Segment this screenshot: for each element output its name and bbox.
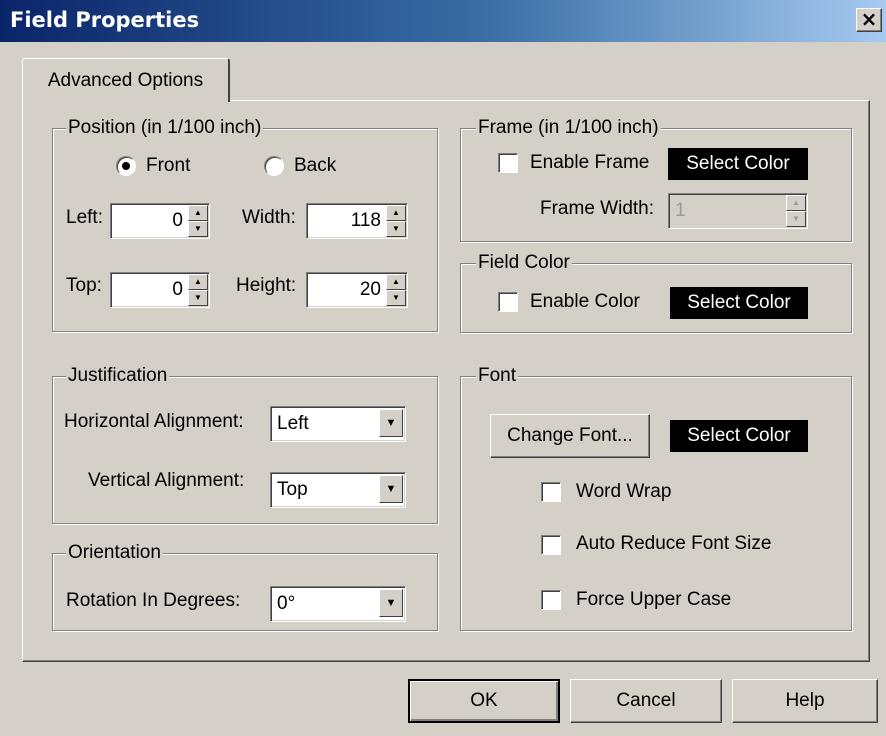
frame-legend: Frame (in 1/100 inch) (476, 117, 661, 139)
word-wrap-checkbox[interactable] (541, 482, 561, 502)
force-upper-checkbox[interactable] (541, 590, 561, 610)
front-radio[interactable] (116, 156, 136, 176)
auto-reduce-label: Auto Reduce Font Size (576, 533, 772, 554)
width-label: Width: (242, 207, 296, 228)
width-value: 118 (350, 210, 381, 231)
font-legend: Font (476, 365, 519, 387)
arrow-down-icon[interactable]: ▼ (188, 221, 208, 237)
justification-legend: Justification (66, 365, 170, 387)
font-select-color-button[interactable]: Select Color (670, 420, 808, 452)
arrow-down-icon[interactable]: ▼ (386, 221, 406, 237)
orientation-legend: Orientation (66, 542, 163, 564)
frame-width-spinner[interactable]: ▲ ▼ (786, 195, 806, 227)
rotation-select[interactable]: 0° ▼ (270, 586, 406, 622)
width-spinner[interactable]: ▲ ▼ (386, 205, 406, 237)
arrow-up-icon[interactable]: ▲ (188, 205, 208, 221)
change-font-button[interactable]: Change Font... (490, 414, 650, 458)
vertical-alignment-label: Vertical Alignment: (88, 470, 245, 491)
enable-color-checkbox[interactable] (498, 292, 518, 312)
back-radio[interactable] (264, 156, 284, 176)
vertical-alignment-value: Top (277, 479, 308, 500)
back-label: Back (294, 155, 337, 176)
horizontal-alignment-select[interactable]: Left ▼ (270, 406, 406, 442)
auto-reduce-checkbox[interactable] (541, 535, 561, 555)
chevron-down-icon[interactable]: ▼ (379, 409, 403, 437)
word-wrap-label: Word Wrap (576, 481, 672, 502)
arrow-up-icon[interactable]: ▲ (386, 205, 406, 221)
cancel-button[interactable]: Cancel (570, 679, 722, 723)
radio-selected-dot (122, 162, 130, 170)
arrow-up-icon[interactable]: ▲ (786, 195, 806, 211)
frame-width-value: 1 (675, 200, 686, 221)
horizontal-alignment-label: Horizontal Alignment: (64, 411, 244, 432)
vertical-alignment-select[interactable]: Top ▼ (270, 472, 406, 508)
height-value: 20 (359, 279, 381, 300)
enable-color-label: Enable Color (530, 291, 640, 312)
top-label: Top: (66, 275, 102, 296)
field-color-legend: Field Color (476, 252, 572, 274)
chevron-down-icon[interactable]: ▼ (379, 475, 403, 503)
left-label: Left: (66, 207, 103, 228)
rotation-label: Rotation In Degrees: (66, 590, 241, 611)
enable-frame-checkbox[interactable] (498, 153, 518, 173)
top-value: 0 (172, 279, 183, 300)
field-color-select-color-button[interactable]: Select Color (670, 287, 808, 319)
top-spinner[interactable]: ▲ ▼ (188, 274, 208, 306)
help-button[interactable]: Help (732, 679, 878, 723)
close-button[interactable]: × (856, 8, 882, 32)
arrow-down-icon[interactable]: ▼ (386, 290, 406, 306)
arrow-down-icon[interactable]: ▼ (188, 290, 208, 306)
horizontal-alignment-value: Left (277, 413, 309, 434)
window-title: Field Properties (10, 8, 200, 32)
ok-button[interactable]: OK (408, 679, 560, 723)
enable-frame-label: Enable Frame (530, 152, 650, 173)
arrow-up-icon[interactable]: ▲ (386, 274, 406, 290)
tab-advanced-options[interactable]: Advanced Options (22, 58, 230, 102)
frame-width-label: Frame Width: (540, 198, 655, 219)
force-upper-label: Force Upper Case (576, 589, 732, 610)
height-spinner[interactable]: ▲ ▼ (386, 274, 406, 306)
rotation-value: 0° (277, 593, 296, 614)
position-legend: Position (in 1/100 inch) (66, 117, 264, 139)
chevron-down-icon[interactable]: ▼ (379, 589, 403, 617)
close-icon: × (860, 7, 878, 31)
height-label: Height: (236, 275, 297, 296)
front-label: Front (146, 155, 191, 176)
arrow-down-icon[interactable]: ▼ (786, 211, 806, 227)
arrow-up-icon[interactable]: ▲ (188, 274, 208, 290)
tab-label: Advanced Options (47, 70, 204, 91)
left-spinner[interactable]: ▲ ▼ (188, 205, 208, 237)
frame-select-color-button[interactable]: Select Color (668, 148, 808, 180)
left-value: 0 (172, 210, 183, 231)
